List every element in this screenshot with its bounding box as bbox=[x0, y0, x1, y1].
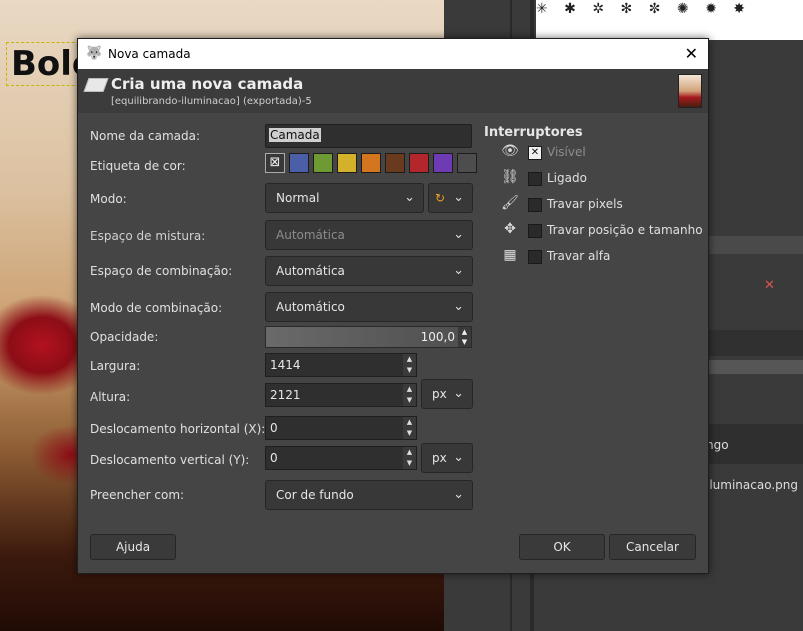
switch-label: Visível bbox=[547, 145, 586, 159]
color-tag-violet[interactable] bbox=[433, 153, 453, 173]
mode-select[interactable]: Normal ⌄ bbox=[265, 183, 424, 213]
color-tag-yellow[interactable] bbox=[337, 153, 357, 173]
blend-space-label: Espaço de mistura: bbox=[90, 229, 206, 243]
switches-heading: Interruptores bbox=[484, 125, 583, 140]
offset-unit-value: px bbox=[432, 451, 447, 465]
color-tag-label: Etiqueta de cor: bbox=[90, 159, 186, 173]
composite-mode-label: Modo de combinação: bbox=[90, 301, 223, 315]
composite-space-select[interactable]: Automática ⌄ bbox=[265, 256, 473, 286]
opacity-spin-arrows[interactable]: ▲ ▼ bbox=[458, 327, 471, 347]
height-label: Altura: bbox=[90, 390, 131, 404]
composite-mode-value: Automático bbox=[276, 300, 345, 314]
width-value: 1414 bbox=[270, 358, 301, 372]
layer-name-input[interactable]: Camada bbox=[265, 124, 472, 148]
offset-x-spin-arrows[interactable]: ▲ ▼ bbox=[403, 417, 416, 439]
dialog-title: Nova camada bbox=[108, 47, 191, 61]
close-icon[interactable]: ✕ bbox=[685, 44, 698, 63]
offset-y-label: Deslocamento vertical (Y): bbox=[90, 453, 250, 467]
offset-y-spin-arrows[interactable]: ▲ ▼ bbox=[403, 447, 416, 469]
size-unit-select[interactable]: px ⌄ bbox=[421, 379, 473, 409]
color-tag-red[interactable] bbox=[409, 153, 429, 173]
switch-checkbox[interactable] bbox=[528, 172, 542, 186]
offset-x-label: Deslocamento horizontal (X): bbox=[90, 422, 266, 436]
chevron-down-icon: ⌄ bbox=[453, 487, 464, 502]
offset-y-value: 0 bbox=[270, 451, 278, 465]
checkerboard-icon: ▦ bbox=[503, 247, 517, 263]
color-tag-none[interactable]: ⊠ bbox=[265, 153, 285, 173]
image-thumbnail bbox=[678, 74, 702, 108]
blend-space-select[interactable]: Automática ⌄ bbox=[265, 220, 473, 250]
dialog-titlebar[interactable]: 🐺 Nova camada ✕ bbox=[78, 39, 708, 69]
composite-mode-select[interactable]: Automático ⌄ bbox=[265, 292, 473, 322]
layer-list-item[interactable]: iluminacao.png bbox=[706, 478, 798, 492]
gimp-icon: 🐺 bbox=[86, 46, 103, 61]
chevron-down-icon: ⌄ bbox=[404, 190, 415, 205]
width-label: Largura: bbox=[90, 359, 141, 373]
width-spin-arrows[interactable]: ▲ ▼ bbox=[403, 354, 416, 376]
chevron-down-icon: ⌄ bbox=[453, 227, 464, 242]
chain-icon: ⛓ bbox=[501, 169, 519, 185]
composite-space-label: Espaço de combinação: bbox=[90, 264, 233, 278]
switch-label: Travar pixels bbox=[547, 197, 623, 211]
switch-checkbox[interactable]: ✕ bbox=[528, 146, 542, 160]
delete-icon[interactable]: ✕ bbox=[764, 278, 775, 293]
fill-label: Preencher com: bbox=[90, 488, 185, 502]
width-input[interactable]: 1414 ▲ ▼ bbox=[265, 353, 417, 377]
move-icon: ✥ bbox=[504, 221, 516, 237]
help-button[interactable]: Ajuda bbox=[90, 534, 176, 560]
switch-checkbox[interactable] bbox=[528, 224, 542, 238]
mode-group-button[interactable]: ↻ ⌄ bbox=[428, 183, 473, 213]
mode-switch-icon: ↻ bbox=[435, 191, 446, 205]
ok-button[interactable]: OK bbox=[519, 534, 605, 560]
opacity-label: Opacidade: bbox=[90, 330, 159, 344]
brushes-panel: ✳ ✱ ✲ ✻ ✼ ✺ ✹ ✸ bbox=[536, 0, 803, 40]
height-input[interactable]: 2121 ▲ ▼ bbox=[265, 383, 417, 407]
layer-name-value: Camada bbox=[269, 128, 321, 142]
chevron-down-icon: ⌄ bbox=[453, 450, 464, 465]
size-unit-value: px bbox=[432, 387, 447, 401]
color-tag-blue[interactable] bbox=[289, 153, 309, 173]
opacity-value: 100,0 bbox=[420, 330, 455, 344]
switch-checkbox[interactable] bbox=[528, 198, 542, 212]
dialog-header: Cria uma nova camada [equilibrando-ilumi… bbox=[78, 69, 708, 113]
chevron-down-icon: ⌄ bbox=[453, 190, 464, 205]
fill-select[interactable]: Cor de fundo ⌄ bbox=[265, 480, 473, 510]
switch-checkbox[interactable] bbox=[528, 250, 542, 264]
opacity-slider[interactable]: 100,0 ▲ ▼ bbox=[265, 326, 472, 348]
brush-row: ✳ ✱ ✲ ✻ ✼ ✺ ✹ ✸ bbox=[536, 1, 751, 17]
mode-value: Normal bbox=[276, 191, 320, 205]
offset-unit-select[interactable]: px ⌄ bbox=[421, 443, 473, 473]
composite-space-value: Automática bbox=[276, 264, 345, 278]
switch-label: Ligado bbox=[547, 171, 587, 185]
cancel-button[interactable]: Cancelar bbox=[609, 534, 696, 560]
layer-list-item[interactable]: ngo bbox=[706, 438, 729, 452]
color-tag-gray[interactable] bbox=[457, 153, 477, 173]
offset-x-value: 0 bbox=[270, 421, 278, 435]
height-spin-arrows[interactable]: ▲ ▼ bbox=[403, 384, 416, 406]
offset-y-input[interactable]: 0 ▲ ▼ bbox=[265, 446, 417, 470]
chevron-down-icon: ⌄ bbox=[453, 386, 464, 401]
mode-label: Modo: bbox=[90, 192, 127, 206]
color-tag-orange[interactable] bbox=[361, 153, 381, 173]
switch-label: Travar alfa bbox=[547, 249, 611, 263]
chevron-down-icon: ⌄ bbox=[453, 263, 464, 278]
switch-label: Travar posição e tamanho bbox=[547, 223, 703, 237]
dialog-heading: Cria uma nova camada bbox=[111, 75, 304, 93]
fill-value: Cor de fundo bbox=[276, 488, 354, 502]
blend-space-value: Automática bbox=[276, 228, 345, 242]
layer-name-label: Nome da camada: bbox=[90, 129, 200, 143]
eye-icon: 👁 bbox=[501, 143, 519, 159]
chevron-down-icon: ⌄ bbox=[453, 299, 464, 314]
offset-x-input[interactable]: 0 ▲ ▼ bbox=[265, 416, 417, 440]
layers-toolbar bbox=[706, 236, 803, 254]
color-tag-brown[interactable] bbox=[385, 153, 405, 173]
layer-icon bbox=[83, 78, 109, 92]
layers-mode-row bbox=[706, 330, 803, 356]
color-tag-green[interactable] bbox=[313, 153, 333, 173]
dialog-subtitle: [equilibrando-iluminacao] (exportada)-5 bbox=[111, 96, 312, 107]
new-layer-dialog: 🐺 Nova camada ✕ Cria uma nova camada [eq… bbox=[77, 38, 709, 574]
brush-icon: 🖌 bbox=[501, 195, 519, 211]
opacity-bar-bg bbox=[706, 360, 803, 374]
height-value: 2121 bbox=[270, 388, 301, 402]
